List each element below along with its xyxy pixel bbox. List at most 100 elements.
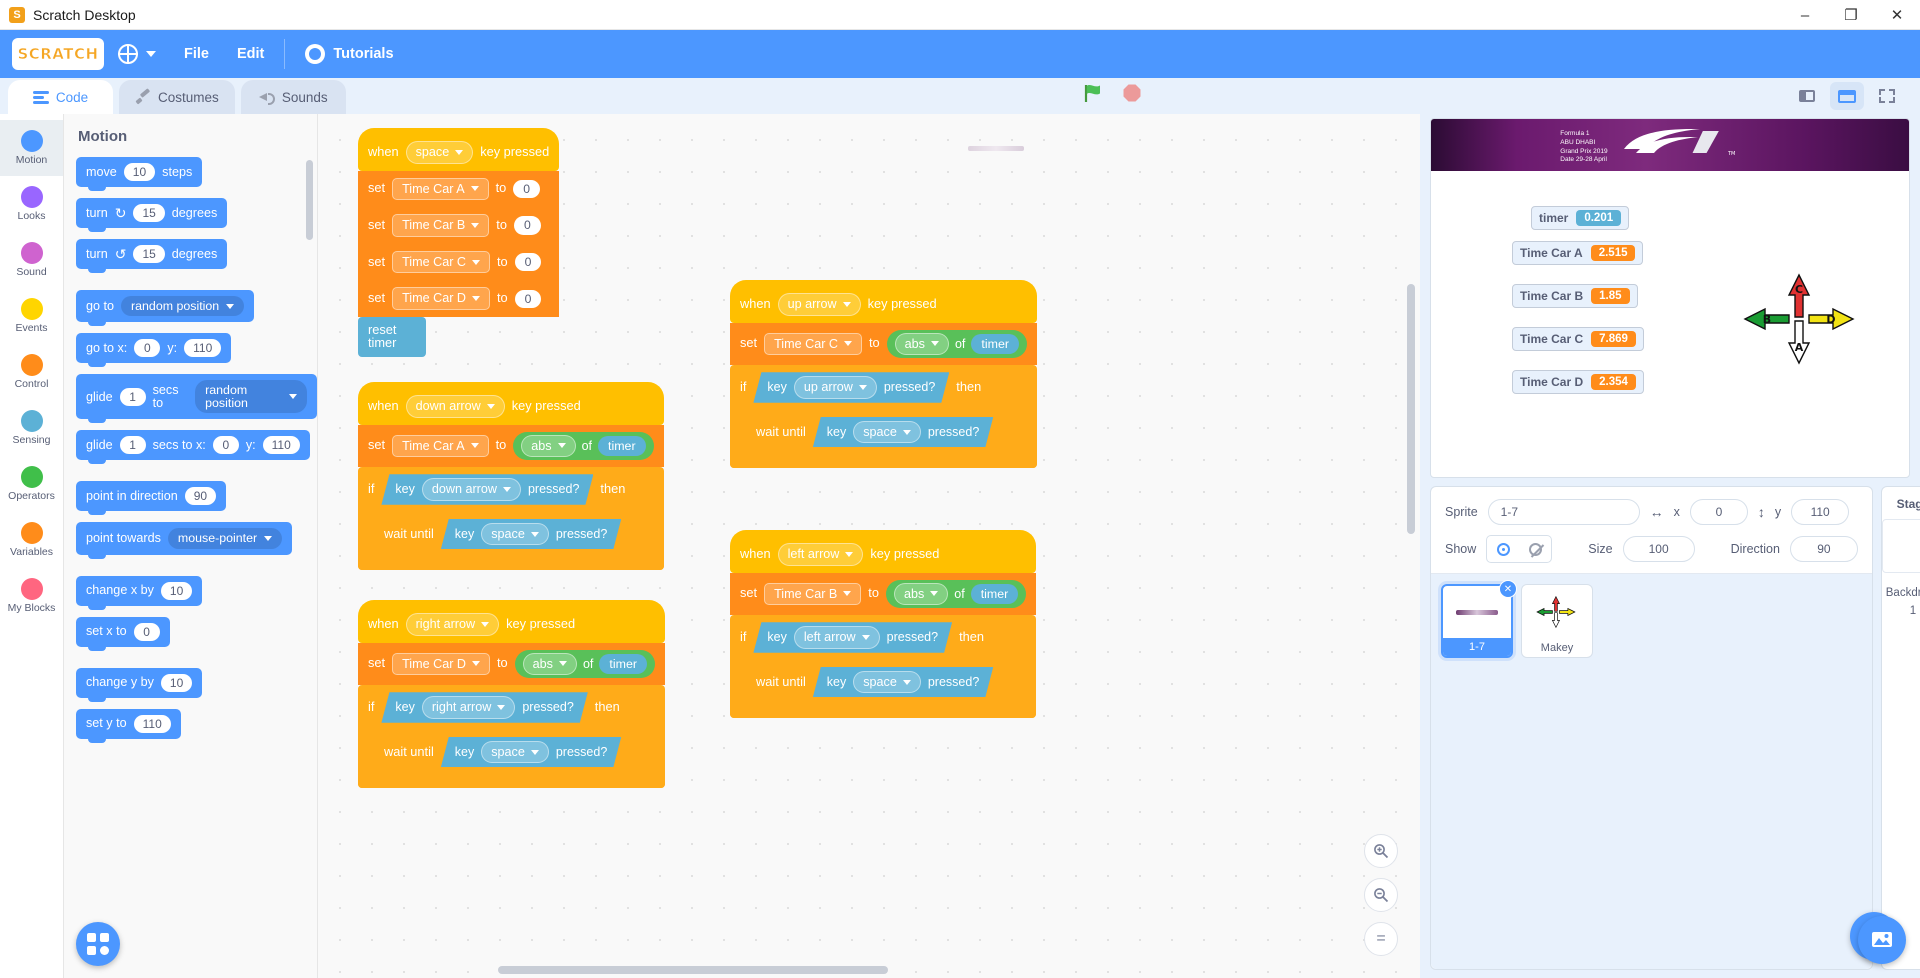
- block-input[interactable]: 10: [123, 163, 156, 181]
- math-op-dropdown[interactable]: abs: [893, 582, 949, 606]
- tutorials-menu[interactable]: Tutorials: [291, 30, 407, 78]
- palette-scrollbar[interactable]: [306, 160, 313, 240]
- fullscreen-button[interactable]: [1870, 82, 1904, 110]
- green-flag-icon[interactable]: [1082, 82, 1104, 104]
- size-input[interactable]: 100: [1622, 536, 1695, 562]
- boolean-key-pressed[interactable]: key space pressed?: [813, 667, 994, 698]
- script-up-arrow[interactable]: when up arrow key pressed set Time Car C…: [730, 280, 1037, 469]
- if-header[interactable]: if key down arrow pressed? then: [358, 467, 664, 512]
- variable-dropdown[interactable]: Time Car D: [392, 287, 490, 310]
- key-dropdown[interactable]: down arrow: [422, 478, 521, 501]
- monitor-time-car-b[interactable]: Time Car B 1.85: [1512, 284, 1638, 308]
- add-extension-button[interactable]: [76, 922, 120, 966]
- monitor-time-car-c[interactable]: Time Car C 7.869: [1512, 327, 1644, 351]
- timer-reporter-block[interactable]: timer: [599, 653, 647, 675]
- y-input[interactable]: 110: [1791, 499, 1850, 525]
- block-input[interactable]: 15: [133, 245, 165, 263]
- hat-when-key-pressed[interactable]: when up arrow key pressed: [730, 280, 1037, 323]
- timer-reporter-block[interactable]: timer: [971, 333, 1019, 355]
- stage-selector-panel[interactable]: Stage Backdrops 1: [1858, 486, 1920, 970]
- block-input[interactable]: 110: [184, 339, 222, 358]
- hat-when-key-pressed[interactable]: when space key pressed: [358, 128, 560, 171]
- variable-dropdown[interactable]: Time Car B: [764, 582, 862, 606]
- workspace-horizontal-scrollbar[interactable]: [498, 966, 888, 974]
- key-dropdown[interactable]: left arrow: [777, 543, 864, 566]
- block-reset-timer[interactable]: reset timer: [358, 316, 426, 357]
- palette-block-turn-ccw[interactable]: turn ↺ 15 degrees: [76, 239, 228, 273]
- script-space-reset[interactable]: when space key pressed set Time Car A to…: [358, 128, 560, 357]
- block-wait-until[interactable]: wait until key space pressed?: [746, 659, 1037, 705]
- block-input[interactable]: 0: [134, 339, 161, 358]
- math-op-dropdown[interactable]: abs: [521, 434, 576, 458]
- category-control[interactable]: Control: [0, 344, 63, 400]
- variable-dropdown[interactable]: Time Car C: [392, 250, 490, 274]
- minimize-button[interactable]: –: [1782, 0, 1828, 30]
- key-dropdown[interactable]: space: [405, 141, 474, 164]
- category-looks[interactable]: Looks: [0, 176, 63, 232]
- if-header[interactable]: if key right arrow pressed? then: [358, 685, 665, 730]
- block-if-then[interactable]: if key down arrow pressed? then wait unt…: [358, 467, 664, 571]
- operator-math-block[interactable]: abs of timer: [885, 579, 1027, 609]
- block-set-variable-to-operator[interactable]: set Time Car B to abs of timer: [730, 572, 1037, 616]
- block-input[interactable]: 0: [514, 252, 542, 272]
- key-dropdown[interactable]: up arrow: [794, 376, 877, 399]
- category-variables[interactable]: Variables: [0, 512, 63, 568]
- glide-target-dropdown[interactable]: random position: [195, 380, 307, 414]
- block-input[interactable]: 0: [513, 179, 541, 198]
- block-set-variable[interactable]: set Time Car A to 0: [358, 170, 560, 208]
- boolean-key-pressed[interactable]: key space pressed?: [441, 737, 622, 768]
- zoom-in-button[interactable]: [1364, 834, 1398, 868]
- add-backdrop-button[interactable]: [1858, 916, 1906, 964]
- sprite-makey-arrows[interactable]: C B D A: [1737, 259, 1867, 379]
- direction-input[interactable]: 90: [1789, 536, 1858, 562]
- block-input[interactable]: 1: [119, 387, 146, 406]
- zoom-reset-button[interactable]: =: [1364, 922, 1398, 956]
- script-left-arrow[interactable]: when left arrow key pressed set Time Car…: [730, 530, 1037, 719]
- key-dropdown[interactable]: down arrow: [405, 395, 505, 418]
- monitor-time-car-a[interactable]: Time Car A 2.515: [1512, 241, 1644, 265]
- variable-dropdown[interactable]: Time Car A: [392, 177, 489, 201]
- stage[interactable]: Formula 1 ABU DHABI Grand Prix 2019 Date…: [1430, 118, 1910, 478]
- block-set-variable-to-operator[interactable]: set Time Car A to abs of timer: [358, 424, 664, 468]
- operator-math-block[interactable]: abs of timer: [514, 649, 655, 679]
- show-hidden-button[interactable]: [1519, 536, 1551, 562]
- hat-when-key-pressed[interactable]: when right arrow key pressed: [358, 600, 665, 643]
- go-to-target-dropdown[interactable]: random position: [121, 296, 245, 317]
- show-visible-button[interactable]: [1487, 536, 1519, 562]
- category-sensing[interactable]: Sensing: [0, 400, 63, 456]
- block-palette[interactable]: Motion move 10 steps turn ↻ 15 degrees t…: [64, 114, 318, 978]
- block-input[interactable]: 0: [514, 289, 542, 308]
- palette-block-turn-cw[interactable]: turn ↻ 15 degrees: [76, 198, 228, 232]
- block-wait-until[interactable]: wait until key space pressed?: [374, 511, 664, 557]
- palette-block-point-towards[interactable]: point towards mouse-pointer: [76, 522, 293, 559]
- zoom-out-button[interactable]: [1364, 878, 1398, 912]
- sprite-card-1-7[interactable]: ✕ 1-7: [1441, 580, 1517, 658]
- script-down-arrow[interactable]: when down arrow key pressed set Time Car…: [358, 382, 664, 571]
- timer-reporter-block[interactable]: timer: [970, 583, 1019, 605]
- block-input[interactable]: 0: [212, 436, 239, 455]
- math-op-dropdown[interactable]: abs: [894, 332, 949, 356]
- palette-block-go-to[interactable]: go to random position: [76, 290, 255, 327]
- sprite-card-makey[interactable]: Makey: [1521, 584, 1593, 658]
- block-input[interactable]: 110: [133, 714, 171, 733]
- palette-block-change-y-by[interactable]: change y by 10: [76, 667, 203, 702]
- scratch-logo[interactable]: SCRATCH: [12, 38, 104, 70]
- block-set-variable[interactable]: set Time Car C to 0: [358, 243, 560, 281]
- operator-math-block[interactable]: abs of timer: [886, 329, 1027, 359]
- palette-block-set-x-to[interactable]: set x to 0: [76, 616, 170, 651]
- category-my-blocks[interactable]: My Blocks: [0, 568, 63, 624]
- block-input[interactable]: 0: [513, 216, 541, 235]
- palette-block-glide-to-xy[interactable]: glide 1 secs to x: 0 y: 110: [76, 430, 310, 465]
- key-dropdown[interactable]: up arrow: [777, 293, 861, 316]
- maximize-button[interactable]: ❐: [1828, 0, 1874, 30]
- if-header[interactable]: if key left arrow pressed? then: [730, 615, 1036, 660]
- palette-block-glide-to[interactable]: glide 1 secs to random position: [76, 374, 317, 424]
- key-dropdown[interactable]: left arrow: [794, 626, 880, 649]
- variable-dropdown[interactable]: Time Car B: [392, 214, 490, 237]
- language-menu[interactable]: [104, 30, 170, 78]
- block-input[interactable]: 0: [133, 622, 160, 641]
- key-dropdown[interactable]: right arrow: [422, 696, 516, 719]
- code-workspace[interactable]: when space key pressed set Time Car A to…: [318, 114, 1420, 978]
- if-header[interactable]: if key up arrow pressed? then: [730, 365, 1037, 410]
- monitor-time-car-d[interactable]: Time Car D 2.354: [1512, 370, 1644, 394]
